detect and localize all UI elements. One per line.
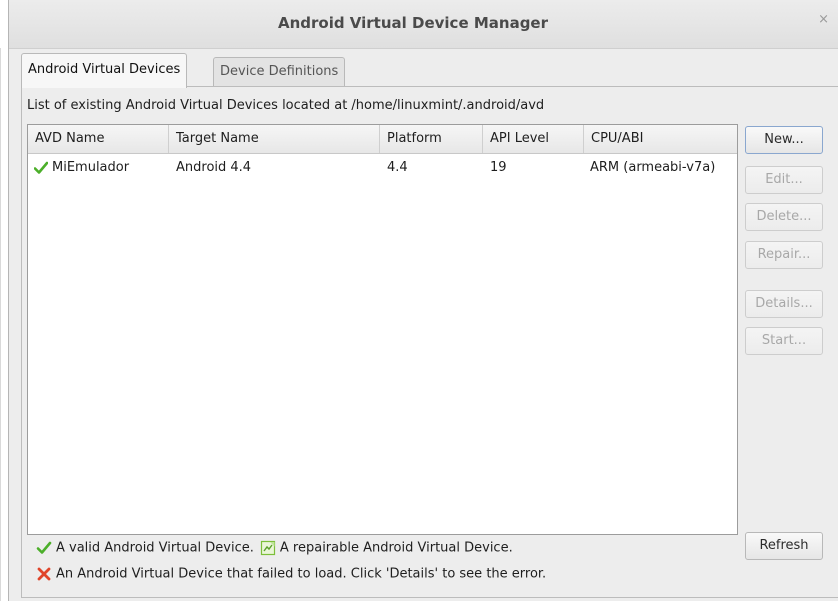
cell-api-level: 19 (490, 160, 507, 175)
avd-table[interactable]: AVD Name Target Name Platform API Level … (27, 124, 738, 535)
legend-valid-text: A valid Android Virtual Device. (56, 540, 254, 556)
repairable-icon (260, 540, 275, 556)
column-header-target-name[interactable]: Target Name (169, 125, 380, 153)
title-bar: Android Virtual Device Manager × (9, 0, 838, 49)
column-header-cpu-abi[interactable]: CPU/ABI (584, 125, 737, 153)
close-icon[interactable]: × (818, 12, 829, 27)
legend-failed-text: An Android Virtual Device that failed to… (56, 566, 547, 582)
column-header-avd-name[interactable]: AVD Name (28, 125, 169, 153)
window-title: Android Virtual Device Manager (277, 14, 549, 32)
start-button[interactable]: Start... (745, 327, 823, 355)
desktop-edge (0, 48, 1, 601)
new-button[interactable]: New... (745, 126, 823, 154)
tab-android-virtual-devices[interactable]: Android Virtual Devices (21, 53, 188, 88)
cell-platform: 4.4 (387, 160, 408, 175)
legend-repairable-text: A repairable Android Virtual Device. (279, 540, 513, 556)
legend-failed-line: An Android Virtual Device that failed to… (36, 566, 546, 582)
refresh-button[interactable]: Refresh (745, 532, 823, 560)
column-header-api-level[interactable]: API Level (483, 125, 584, 153)
legend-valid-line: A valid Android Virtual Device. A repair… (36, 540, 513, 556)
cell-target-name: Android 4.4 (176, 160, 252, 175)
repair-button[interactable]: Repair... (745, 241, 823, 269)
details-button[interactable]: Details... (745, 290, 823, 318)
table-header: AVD Name Target Name Platform API Level … (28, 125, 737, 154)
error-x-icon (37, 567, 51, 581)
edit-button[interactable]: Edit... (745, 166, 823, 194)
delete-button[interactable]: Delete... (745, 203, 823, 231)
tab-device-definitions[interactable]: Device Definitions (213, 57, 346, 86)
list-description: List of existing Android Virtual Devices… (27, 98, 545, 113)
cell-cpu-abi: ARM (armeabi-v7a) (590, 160, 716, 175)
table-row[interactable]: MiEmulador Android 4.4 4.4 19 ARM (armea… (28, 154, 737, 182)
cell-avd-name: MiEmulador (52, 160, 130, 175)
column-header-platform[interactable]: Platform (380, 125, 483, 153)
valid-check-icon (36, 541, 52, 554)
